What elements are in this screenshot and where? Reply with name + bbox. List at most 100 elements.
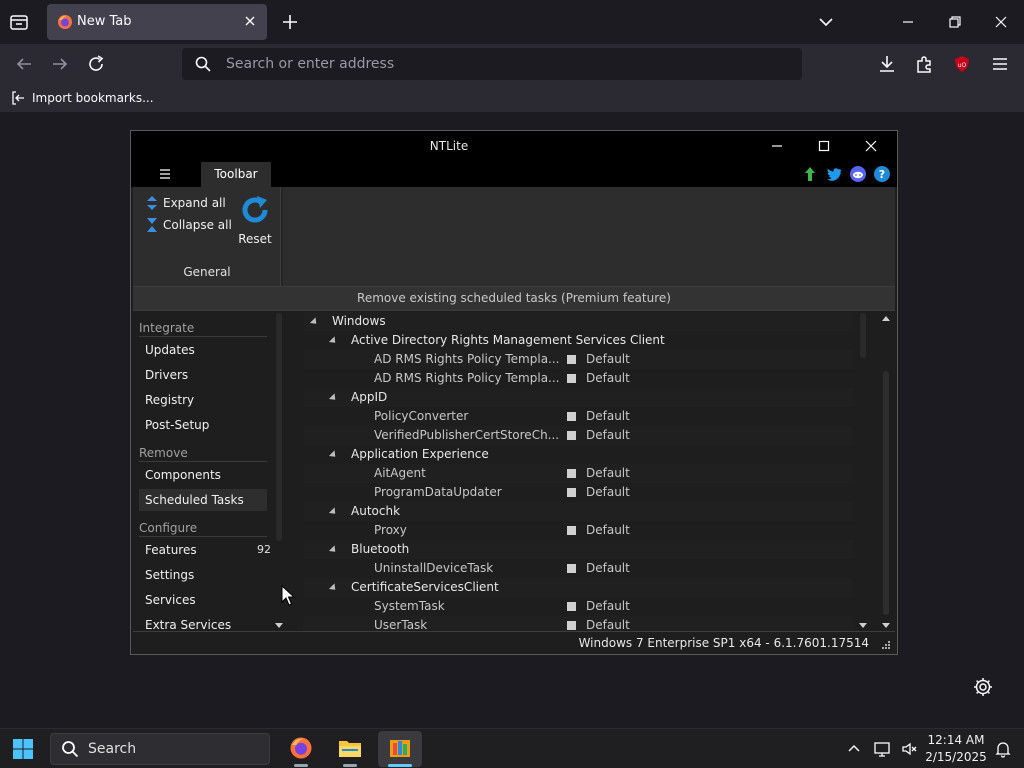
network-icon[interactable] xyxy=(873,740,891,758)
taskbar-firefox[interactable] xyxy=(279,731,323,767)
tree-group-row[interactable]: Autochk xyxy=(303,502,853,521)
ublock-origin-icon[interactable]: uO xyxy=(951,53,973,75)
expand-arrow-icon[interactable] xyxy=(328,545,339,555)
update-arrow-icon[interactable] xyxy=(801,165,819,183)
hamburger-menu-icon[interactable] xyxy=(989,53,1011,75)
nav-item-updates[interactable]: Updates xyxy=(139,339,267,361)
tree-group-row[interactable]: Application Experience xyxy=(303,445,853,464)
nav-item-components[interactable]: Components xyxy=(139,464,267,486)
nav-item-registry[interactable]: Registry xyxy=(139,389,267,411)
reload-icon[interactable] xyxy=(85,53,107,75)
scroll-up-icon[interactable] xyxy=(881,315,891,323)
tree-inner-scrollbar-thumb[interactable] xyxy=(860,313,866,358)
arrow-left-icon[interactable] xyxy=(13,53,35,75)
tree-task-row[interactable]: SystemTask Default xyxy=(303,597,853,616)
nav-item-post-setup[interactable]: Post-Setup xyxy=(139,414,267,436)
taskbar-file-explorer[interactable] xyxy=(328,731,372,767)
expand-arrow-icon[interactable] xyxy=(328,583,339,593)
gear-icon[interactable] xyxy=(972,676,994,698)
state-checkbox[interactable] xyxy=(567,488,576,497)
left-scrollbar-thumb[interactable] xyxy=(276,313,282,541)
help-icon[interactable]: ? xyxy=(873,165,891,183)
download-icon[interactable] xyxy=(876,53,898,75)
state-checkbox[interactable] xyxy=(567,526,576,535)
tab-toolbar[interactable]: Toolbar xyxy=(201,162,271,187)
close-icon[interactable] xyxy=(241,12,259,30)
close-window-icon[interactable] xyxy=(861,136,881,156)
scroll-down-icon[interactable] xyxy=(858,621,868,629)
taskbar-search-box[interactable]: Search xyxy=(50,733,270,765)
nav-item-settings[interactable]: Settings xyxy=(139,564,267,586)
reset-button[interactable]: Reset xyxy=(237,193,273,248)
twitter-icon[interactable] xyxy=(825,165,843,183)
nav-item-scheduled-tasks[interactable]: Scheduled Tasks xyxy=(139,489,267,511)
tree-group-row[interactable]: CertificateServicesClient xyxy=(303,578,853,597)
expand-arrow-icon[interactable] xyxy=(328,336,339,346)
premium-feature-banner: Remove existing scheduled tasks (Premium… xyxy=(133,286,895,311)
tree-task-row[interactable]: UninstallDeviceTask Default xyxy=(303,559,853,578)
chevron-up-icon[interactable] xyxy=(845,740,863,758)
minimize-icon[interactable] xyxy=(896,10,920,34)
close-window-icon[interactable] xyxy=(989,10,1013,34)
tree-group-row[interactable]: AppID xyxy=(303,388,853,407)
state-checkbox[interactable] xyxy=(567,355,576,364)
expand-arrow-icon[interactable] xyxy=(328,450,339,460)
windows-start-icon[interactable] xyxy=(12,738,34,760)
expand-arrow-icon[interactable] xyxy=(328,507,339,517)
nav-item-features[interactable]: Features 92 xyxy=(139,539,271,561)
resize-grip-icon[interactable] xyxy=(879,638,891,650)
tree-task-row[interactable]: PolicyConverter Default xyxy=(303,407,853,426)
tree-task-row[interactable]: ProgramDataUpdater Default xyxy=(303,483,853,502)
nav-item-drivers[interactable]: Drivers xyxy=(139,364,267,386)
notification-bell-icon[interactable] xyxy=(994,740,1012,758)
state-checkbox[interactable] xyxy=(567,431,576,440)
taskbar-ntlite[interactable] xyxy=(378,731,422,767)
import-bookmarks-link[interactable]: Import bookmarks... xyxy=(10,89,154,107)
volume-muted-icon[interactable] xyxy=(901,740,919,758)
tree-task-row[interactable]: UserTask Default xyxy=(303,616,853,631)
tree-inner-scrollbar[interactable] xyxy=(856,311,870,631)
restore-icon[interactable] xyxy=(943,10,967,34)
tree-task-row[interactable]: Proxy Default xyxy=(303,521,853,540)
state-checkbox[interactable] xyxy=(567,602,576,611)
discord-icon[interactable] xyxy=(849,165,867,183)
list-all-tabs-icon[interactable] xyxy=(8,11,30,33)
status-bar: Windows 7 Enterprise SP1 x64 - 6.1.7601.… xyxy=(133,631,895,653)
expand-arrow-icon[interactable] xyxy=(328,393,339,403)
nav-item-extra-services[interactable]: Extra Services xyxy=(139,614,267,631)
expand-arrow-icon[interactable] xyxy=(309,317,320,327)
tree-task-row[interactable]: AitAgent Default xyxy=(303,464,853,483)
state-checkbox[interactable] xyxy=(567,564,576,573)
tree-scrollbar[interactable] xyxy=(879,311,893,631)
maximize-icon[interactable] xyxy=(814,136,834,156)
nav-item-services[interactable]: Services xyxy=(139,589,267,611)
ntlite-title-bar[interactable]: NTLite xyxy=(131,131,897,161)
address-bar[interactable] xyxy=(182,48,802,80)
left-scrollbar[interactable] xyxy=(272,311,286,631)
hamburger-menu-icon[interactable] xyxy=(157,166,173,182)
collapse-all-button[interactable]: Collapse all xyxy=(145,217,232,233)
minimize-icon[interactable] xyxy=(767,136,787,156)
puzzle-icon[interactable] xyxy=(913,53,935,75)
scroll-down-icon[interactable] xyxy=(881,621,891,629)
address-input[interactable] xyxy=(226,48,786,80)
tree-scrollbar-thumb[interactable] xyxy=(883,371,889,615)
chevron-down-icon[interactable] xyxy=(814,10,838,34)
tree-group-row[interactable]: Windows xyxy=(303,312,853,331)
tree-task-row[interactable]: VerifiedPublisherCertStoreCh... Default xyxy=(303,426,853,445)
taskbar-clock[interactable]: 12:14 AM 2/15/2025 xyxy=(920,732,992,766)
tree-group-row[interactable]: Bluetooth xyxy=(303,540,853,559)
state-checkbox[interactable] xyxy=(567,469,576,478)
tree-task-row[interactable]: AD RMS Rights Policy Templa... Default xyxy=(303,369,853,388)
state-checkbox[interactable] xyxy=(567,374,576,383)
tab-new-tab[interactable]: New Tab xyxy=(47,4,267,40)
expand-all-button[interactable]: Expand all xyxy=(145,195,226,211)
tree-group-row[interactable]: Active Directory Rights Management Servi… xyxy=(303,331,853,350)
task-state-value: Default xyxy=(586,352,630,366)
scroll-down-icon[interactable] xyxy=(274,621,284,629)
state-checkbox[interactable] xyxy=(567,621,576,630)
arrow-right-icon[interactable] xyxy=(49,53,71,75)
plus-icon[interactable] xyxy=(279,11,301,33)
tree-task-row[interactable]: AD RMS Rights Policy Templa... Default xyxy=(303,350,853,369)
state-checkbox[interactable] xyxy=(567,412,576,421)
